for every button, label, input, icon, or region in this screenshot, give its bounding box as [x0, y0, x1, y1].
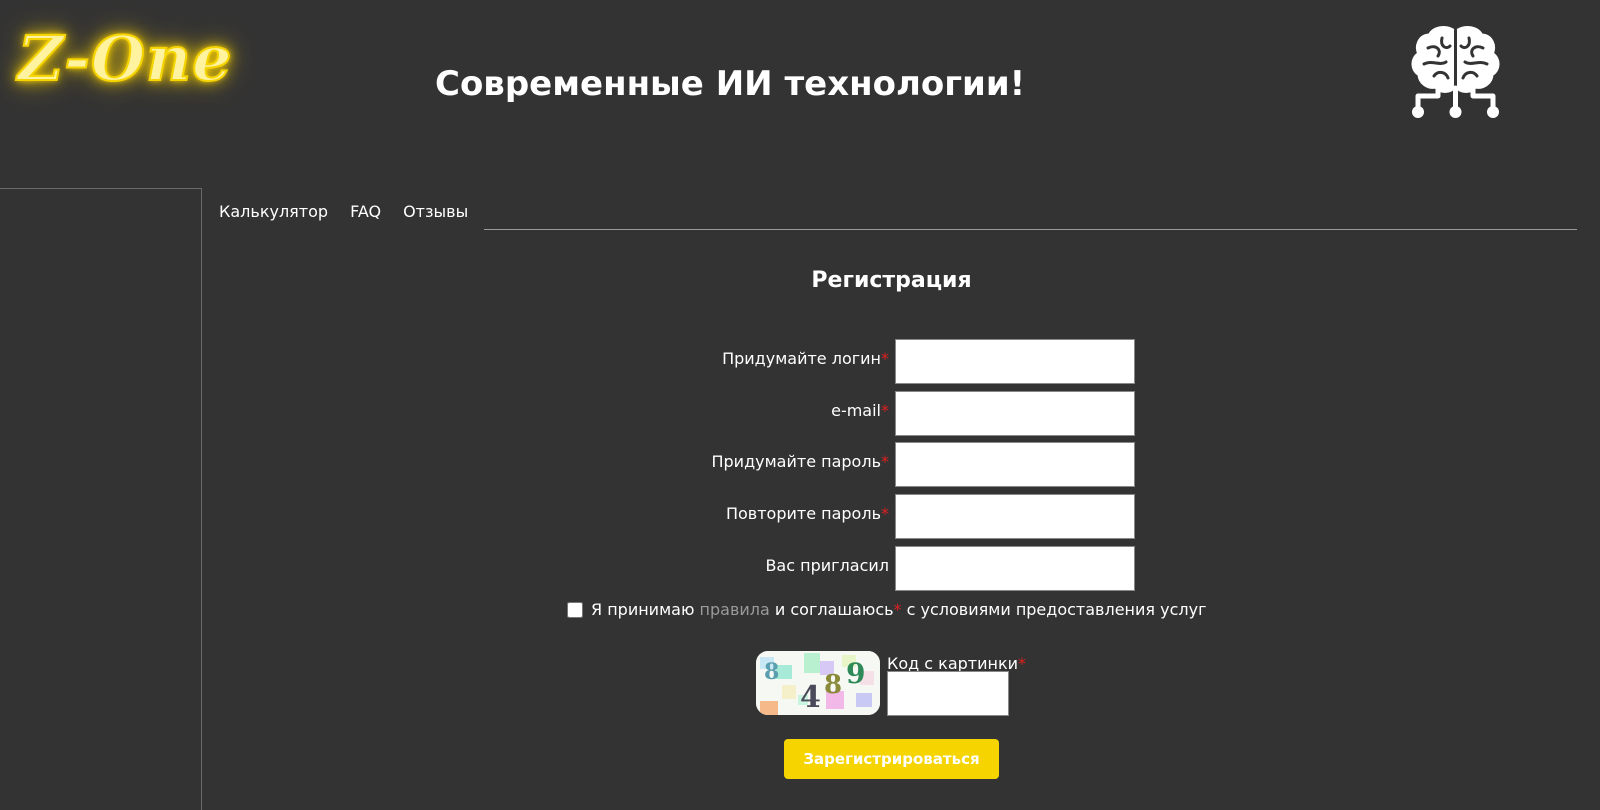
captcha-image: 8 4 8 9 [756, 651, 880, 715]
login-input[interactable] [895, 339, 1135, 384]
register-button[interactable]: Зарегистрироваться [784, 739, 999, 779]
svg-text:4: 4 [800, 680, 821, 715]
inviter-label: Вас пригласил [765, 556, 889, 575]
nav-item-faq[interactable]: FAQ [350, 202, 381, 221]
page-title: Современные ИИ технологии! [435, 64, 1026, 104]
main-nav: Калькулятор FAQ Отзывы [219, 202, 468, 221]
svg-text:9: 9 [846, 657, 865, 690]
rules-link[interactable]: правила [700, 600, 770, 619]
terms-checkbox[interactable] [567, 601, 583, 618]
captcha-input[interactable] [887, 671, 1009, 716]
login-row: Придумайте логин* [0, 339, 1600, 385]
password-repeat-label: Повторите пароль* [725, 504, 889, 523]
inviter-input[interactable] [895, 546, 1135, 591]
svg-text:8: 8 [824, 670, 842, 700]
terms-middle: и соглашаюсь [774, 600, 894, 619]
nav-item-calculator[interactable]: Калькулятор [219, 202, 328, 221]
inviter-row: Вас пригласил [0, 546, 1600, 592]
brain-circuit-icon [1411, 26, 1500, 118]
email-input[interactable] [895, 391, 1135, 436]
nav-item-reviews[interactable]: Отзывы [403, 202, 468, 221]
terms-suffix: с условиями предоставления услуг [906, 600, 1207, 619]
password-input[interactable] [895, 442, 1135, 487]
password-row: Придумайте пароль* [0, 442, 1600, 488]
terms-agreement: Я принимаю правила и соглашаюсь * с услов… [567, 600, 1206, 619]
email-row: e-mail* [0, 391, 1600, 437]
nav-divider [484, 229, 1577, 230]
page: Z-One Современные ИИ технологии! Калькул… [0, 0, 1600, 810]
login-label: Придумайте логин* [722, 349, 889, 368]
password-label: Придумайте пароль* [711, 452, 889, 471]
svg-text:8: 8 [764, 659, 779, 685]
password-repeat-input[interactable] [895, 494, 1135, 539]
email-label: e-mail* [831, 401, 889, 420]
password-repeat-row: Повторите пароль* [0, 494, 1600, 540]
form-title: Регистрация [811, 268, 972, 293]
terms-prefix: Я принимаю [591, 600, 695, 619]
site-logo[interactable]: Z-One [17, 27, 233, 91]
